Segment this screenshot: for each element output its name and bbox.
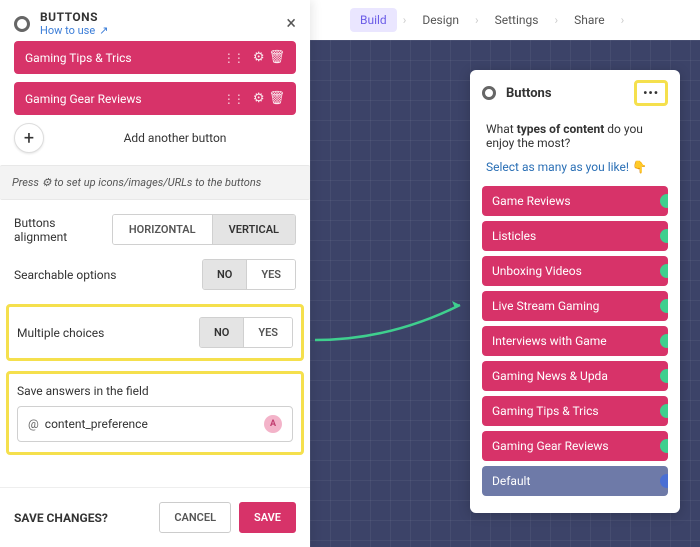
tab-design[interactable]: Design xyxy=(412,8,469,32)
button-item[interactable]: Gaming Tips & Trics ⋮⋮ ⚙ 🗑 xyxy=(14,41,296,74)
multiple-highlight: Multiple choices NO YES xyxy=(6,304,304,361)
top-tabs: Build› Design› Settings› Share› xyxy=(310,0,700,40)
card-more-button[interactable]: ••• xyxy=(634,80,668,106)
option-item[interactable]: Gaming News & Upda xyxy=(482,361,668,391)
connector-dot[interactable] xyxy=(660,299,668,313)
alignment-toggle[interactable]: HORIZONTAL VERTICAL xyxy=(112,214,296,245)
option-item[interactable]: Unboxing Videos xyxy=(482,256,668,286)
save-button[interactable]: SAVE xyxy=(239,502,296,533)
at-icon: @ xyxy=(28,417,39,431)
drag-handle-icon[interactable]: ⋮⋮ xyxy=(223,51,243,65)
connector-dot[interactable] xyxy=(660,369,668,383)
trash-icon[interactable]: 🗑 xyxy=(268,91,285,106)
button-item[interactable]: Gaming Gear Reviews ⋮⋮ ⚙ 🗑 xyxy=(14,82,296,115)
searchable-row: Searchable options NO YES xyxy=(14,259,296,290)
alignment-horizontal[interactable]: HORIZONTAL xyxy=(113,215,213,244)
multiple-no[interactable]: NO xyxy=(200,318,244,347)
preview-card[interactable]: Buttons ••• What types of content do you… xyxy=(470,70,680,513)
multiple-toggle[interactable]: NO YES xyxy=(199,317,293,348)
sidebar-footer: SAVE CHANGES? CANCEL SAVE xyxy=(0,487,310,547)
option-item[interactable]: Interviews with Game xyxy=(482,326,668,356)
connector-dot[interactable] xyxy=(660,264,668,278)
card-body: What types of content do you enjoy the m… xyxy=(470,116,680,186)
multiple-row: Multiple choices NO YES xyxy=(17,317,293,348)
field-badge: A xyxy=(264,415,282,433)
connector-dot[interactable] xyxy=(660,229,668,243)
connector-dot[interactable] xyxy=(660,194,668,208)
connector-dot[interactable] xyxy=(660,474,668,488)
card-header: Buttons ••• xyxy=(470,70,680,116)
tab-build[interactable]: Build xyxy=(350,8,397,32)
option-item[interactable]: Listicles xyxy=(482,221,668,251)
save-field-label: Save answers in the field xyxy=(17,384,293,398)
sidebar: BUTTONS How to use ↗ × Gaming Tips & Tri… xyxy=(0,0,310,547)
option-default[interactable]: Default xyxy=(482,466,668,496)
connector-dot[interactable] xyxy=(660,404,668,418)
sidebar-title: BUTTONS xyxy=(40,10,276,24)
option-item[interactable]: Gaming Gear Reviews xyxy=(482,431,668,461)
buttons-icon xyxy=(14,16,30,32)
cancel-button[interactable]: CANCEL xyxy=(159,502,231,533)
option-item[interactable]: Gaming Tips & Trics xyxy=(482,396,668,426)
how-to-use-link[interactable]: How to use ↗ xyxy=(40,24,276,37)
card-subtext: Select as many as you like! 👇 xyxy=(486,160,664,174)
hint-text: Press ⚙ to set up icons/images/URLs to t… xyxy=(0,165,310,200)
gear-icon[interactable]: ⚙ xyxy=(253,91,265,106)
save-question: SAVE CHANGES? xyxy=(14,511,151,525)
tab-share[interactable]: Share xyxy=(564,8,615,32)
searchable-toggle[interactable]: NO YES xyxy=(202,259,296,290)
option-item[interactable]: Live Stream Gaming xyxy=(482,291,668,321)
trash-icon[interactable]: 🗑 xyxy=(268,50,285,65)
drag-handle-icon[interactable]: ⋮⋮ xyxy=(223,92,243,106)
external-link-icon: ↗ xyxy=(99,24,108,37)
plus-icon[interactable]: + xyxy=(14,123,44,153)
alignment-vertical[interactable]: VERTICAL xyxy=(213,215,295,244)
save-field-highlight: Save answers in the field @ content_pref… xyxy=(6,371,304,455)
searchable-yes[interactable]: YES xyxy=(247,260,295,289)
gear-icon[interactable]: ⚙ xyxy=(253,50,265,65)
alignment-row: Buttons alignment HORIZONTAL VERTICAL xyxy=(14,214,296,245)
close-icon[interactable]: × xyxy=(286,13,296,34)
buttons-icon xyxy=(482,86,496,100)
connector-dot[interactable] xyxy=(660,334,668,348)
add-button-row[interactable]: + Add another button xyxy=(14,123,296,153)
tab-settings[interactable]: Settings xyxy=(485,8,549,32)
option-item[interactable]: Game Reviews xyxy=(482,186,668,216)
connector-dot[interactable] xyxy=(660,439,668,453)
card-options: Game Reviews Listicles Unboxing Videos L… xyxy=(470,186,680,513)
sidebar-header: BUTTONS How to use ↗ × xyxy=(0,0,310,41)
multiple-yes[interactable]: YES xyxy=(244,318,292,347)
card-title: Buttons xyxy=(506,86,624,101)
searchable-no[interactable]: NO xyxy=(203,260,247,289)
save-field-input[interactable]: @ content_preference A xyxy=(17,406,293,442)
canvas[interactable]: Buttons ••• What types of content do you… xyxy=(310,40,700,547)
